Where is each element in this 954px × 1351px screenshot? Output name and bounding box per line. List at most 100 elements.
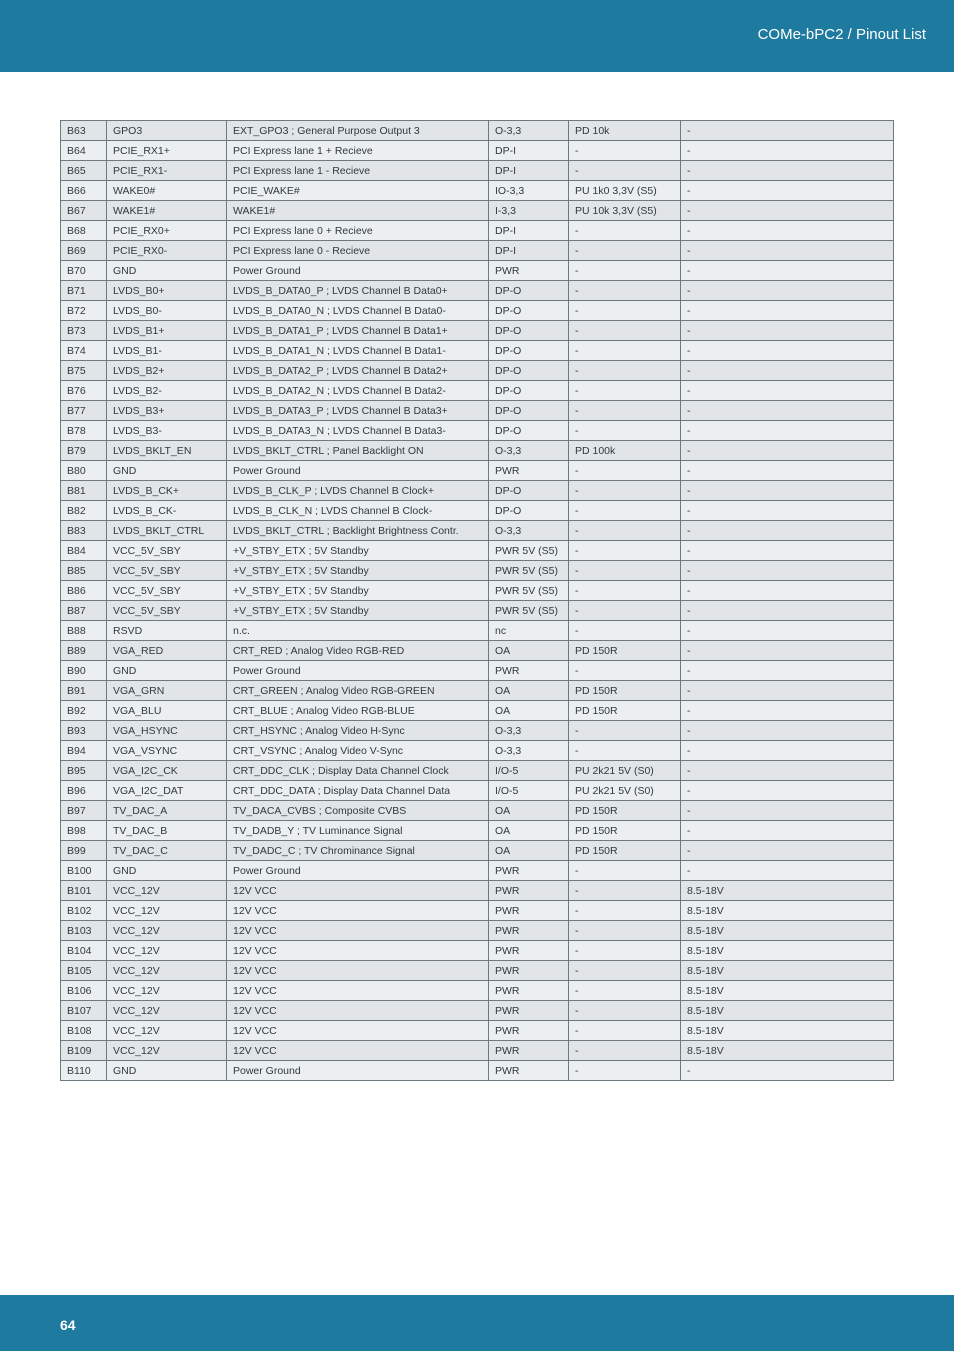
cell-type: O-3,3 — [489, 521, 569, 541]
cell-signal: LVDS_B0+ — [107, 281, 227, 301]
cell-note: - — [681, 661, 894, 681]
cell-pupd: - — [569, 461, 681, 481]
cell-desc: PCI Express lane 0 - Recieve — [227, 241, 489, 261]
cell-desc: 12V VCC — [227, 941, 489, 961]
table-row: B63GPO3EXT_GPO3 ; General Purpose Output… — [61, 121, 894, 141]
cell-note: 8.5-18V — [681, 1001, 894, 1021]
cell-desc: LVDS_BKLT_CTRL ; Panel Backlight ON — [227, 441, 489, 461]
cell-note: - — [681, 201, 894, 221]
cell-desc: Power Ground — [227, 861, 489, 881]
cell-note: - — [681, 801, 894, 821]
cell-type: PWR — [489, 921, 569, 941]
table-row: B72LVDS_B0-LVDS_B_DATA0_N ; LVDS Channel… — [61, 301, 894, 321]
cell-id: B109 — [61, 1041, 107, 1061]
cell-signal: WAKE1# — [107, 201, 227, 221]
cell-note: 8.5-18V — [681, 881, 894, 901]
cell-desc: 12V VCC — [227, 1041, 489, 1061]
cell-signal: LVDS_B1+ — [107, 321, 227, 341]
cell-pupd: - — [569, 161, 681, 181]
table-row: B103VCC_12V12V VCCPWR-8.5-18V — [61, 921, 894, 941]
cell-note: - — [681, 741, 894, 761]
cell-type: I/O-5 — [489, 761, 569, 781]
cell-pupd: - — [569, 361, 681, 381]
table-row: B109VCC_12V12V VCCPWR-8.5-18V — [61, 1041, 894, 1061]
table-row: B99TV_DAC_CTV_DADC_C ; TV Chrominance Si… — [61, 841, 894, 861]
cell-note: - — [681, 701, 894, 721]
cell-signal: LVDS_BKLT_EN — [107, 441, 227, 461]
cell-type: O-3,3 — [489, 441, 569, 461]
table-row: B102VCC_12V12V VCCPWR-8.5-18V — [61, 901, 894, 921]
cell-note: - — [681, 841, 894, 861]
cell-id: B66 — [61, 181, 107, 201]
cell-signal: LVDS_BKLT_CTRL — [107, 521, 227, 541]
table-row: B89VGA_REDCRT_RED ; Analog Video RGB-RED… — [61, 641, 894, 661]
cell-note: - — [681, 281, 894, 301]
cell-id: B93 — [61, 721, 107, 741]
cell-pupd: PD 150R — [569, 701, 681, 721]
cell-note: - — [681, 861, 894, 881]
cell-id: B100 — [61, 861, 107, 881]
table-row: B67WAKE1#WAKE1#I-3,3PU 10k 3,3V (S5)- — [61, 201, 894, 221]
cell-type: PWR — [489, 261, 569, 281]
cell-id: B86 — [61, 581, 107, 601]
cell-type: OA — [489, 701, 569, 721]
cell-pupd: - — [569, 401, 681, 421]
table-row: B94VGA_VSYNCCRT_VSYNC ; Analog Video V-S… — [61, 741, 894, 761]
cell-pupd: - — [569, 921, 681, 941]
cell-signal: GND — [107, 1061, 227, 1081]
cell-pupd: - — [569, 941, 681, 961]
cell-type: DP-O — [489, 341, 569, 361]
cell-signal: VCC_12V — [107, 1041, 227, 1061]
cell-note: - — [681, 421, 894, 441]
cell-signal: VCC_12V — [107, 1001, 227, 1021]
table-row: B104VCC_12V12V VCCPWR-8.5-18V — [61, 941, 894, 961]
cell-id: B79 — [61, 441, 107, 461]
cell-signal: VCC_5V_SBY — [107, 561, 227, 581]
cell-desc: PCI Express lane 0 + Recieve — [227, 221, 489, 241]
cell-signal: LVDS_B2+ — [107, 361, 227, 381]
cell-note: - — [681, 301, 894, 321]
cell-note: - — [681, 401, 894, 421]
cell-note: - — [681, 681, 894, 701]
cell-type: OA — [489, 681, 569, 701]
table-row: B76LVDS_B2-LVDS_B_DATA2_N ; LVDS Channel… — [61, 381, 894, 401]
cell-id: B73 — [61, 321, 107, 341]
cell-pupd: - — [569, 601, 681, 621]
cell-signal: PCIE_RX0+ — [107, 221, 227, 241]
cell-pupd: - — [569, 281, 681, 301]
table-row: B91VGA_GRNCRT_GREEN ; Analog Video RGB-G… — [61, 681, 894, 701]
cell-note: - — [681, 221, 894, 241]
table-row: B68PCIE_RX0+PCI Express lane 0 + Recieve… — [61, 221, 894, 241]
cell-pupd: PD 100k — [569, 441, 681, 461]
cell-note: - — [681, 541, 894, 561]
cell-pupd: - — [569, 721, 681, 741]
cell-note: - — [681, 521, 894, 541]
cell-pupd: - — [569, 901, 681, 921]
cell-pupd: - — [569, 1021, 681, 1041]
cell-signal: VGA_VSYNC — [107, 741, 227, 761]
table-row: B77LVDS_B3+LVDS_B_DATA3_P ; LVDS Channel… — [61, 401, 894, 421]
cell-desc: +V_STBY_ETX ; 5V Standby — [227, 581, 489, 601]
cell-type: DP-I — [489, 241, 569, 261]
cell-desc: 12V VCC — [227, 981, 489, 1001]
cell-pupd: - — [569, 581, 681, 601]
cell-desc: Power Ground — [227, 461, 489, 481]
cell-desc: LVDS_B_CLK_P ; LVDS Channel B Clock+ — [227, 481, 489, 501]
cell-desc: TV_DACA_CVBS ; Composite CVBS — [227, 801, 489, 821]
cell-signal: WAKE0# — [107, 181, 227, 201]
cell-desc: LVDS_B_CLK_N ; LVDS Channel B Clock- — [227, 501, 489, 521]
cell-pupd: PD 150R — [569, 821, 681, 841]
cell-id: B96 — [61, 781, 107, 801]
table-row: B78LVDS_B3-LVDS_B_DATA3_N ; LVDS Channel… — [61, 421, 894, 441]
cell-id: B76 — [61, 381, 107, 401]
table-row: B81LVDS_B_CK+LVDS_B_CLK_P ; LVDS Channel… — [61, 481, 894, 501]
cell-id: B108 — [61, 1021, 107, 1041]
cell-pupd: PU 2k21 5V (S0) — [569, 761, 681, 781]
pinout-table: B63GPO3EXT_GPO3 ; General Purpose Output… — [60, 120, 894, 1081]
table-row: B83LVDS_BKLT_CTRLLVDS_BKLT_CTRL ; Backli… — [61, 521, 894, 541]
cell-type: I/O-5 — [489, 781, 569, 801]
cell-id: B106 — [61, 981, 107, 1001]
cell-signal: VCC_12V — [107, 941, 227, 961]
table-row: B74LVDS_B1-LVDS_B_DATA1_N ; LVDS Channel… — [61, 341, 894, 361]
cell-type: DP-O — [489, 401, 569, 421]
